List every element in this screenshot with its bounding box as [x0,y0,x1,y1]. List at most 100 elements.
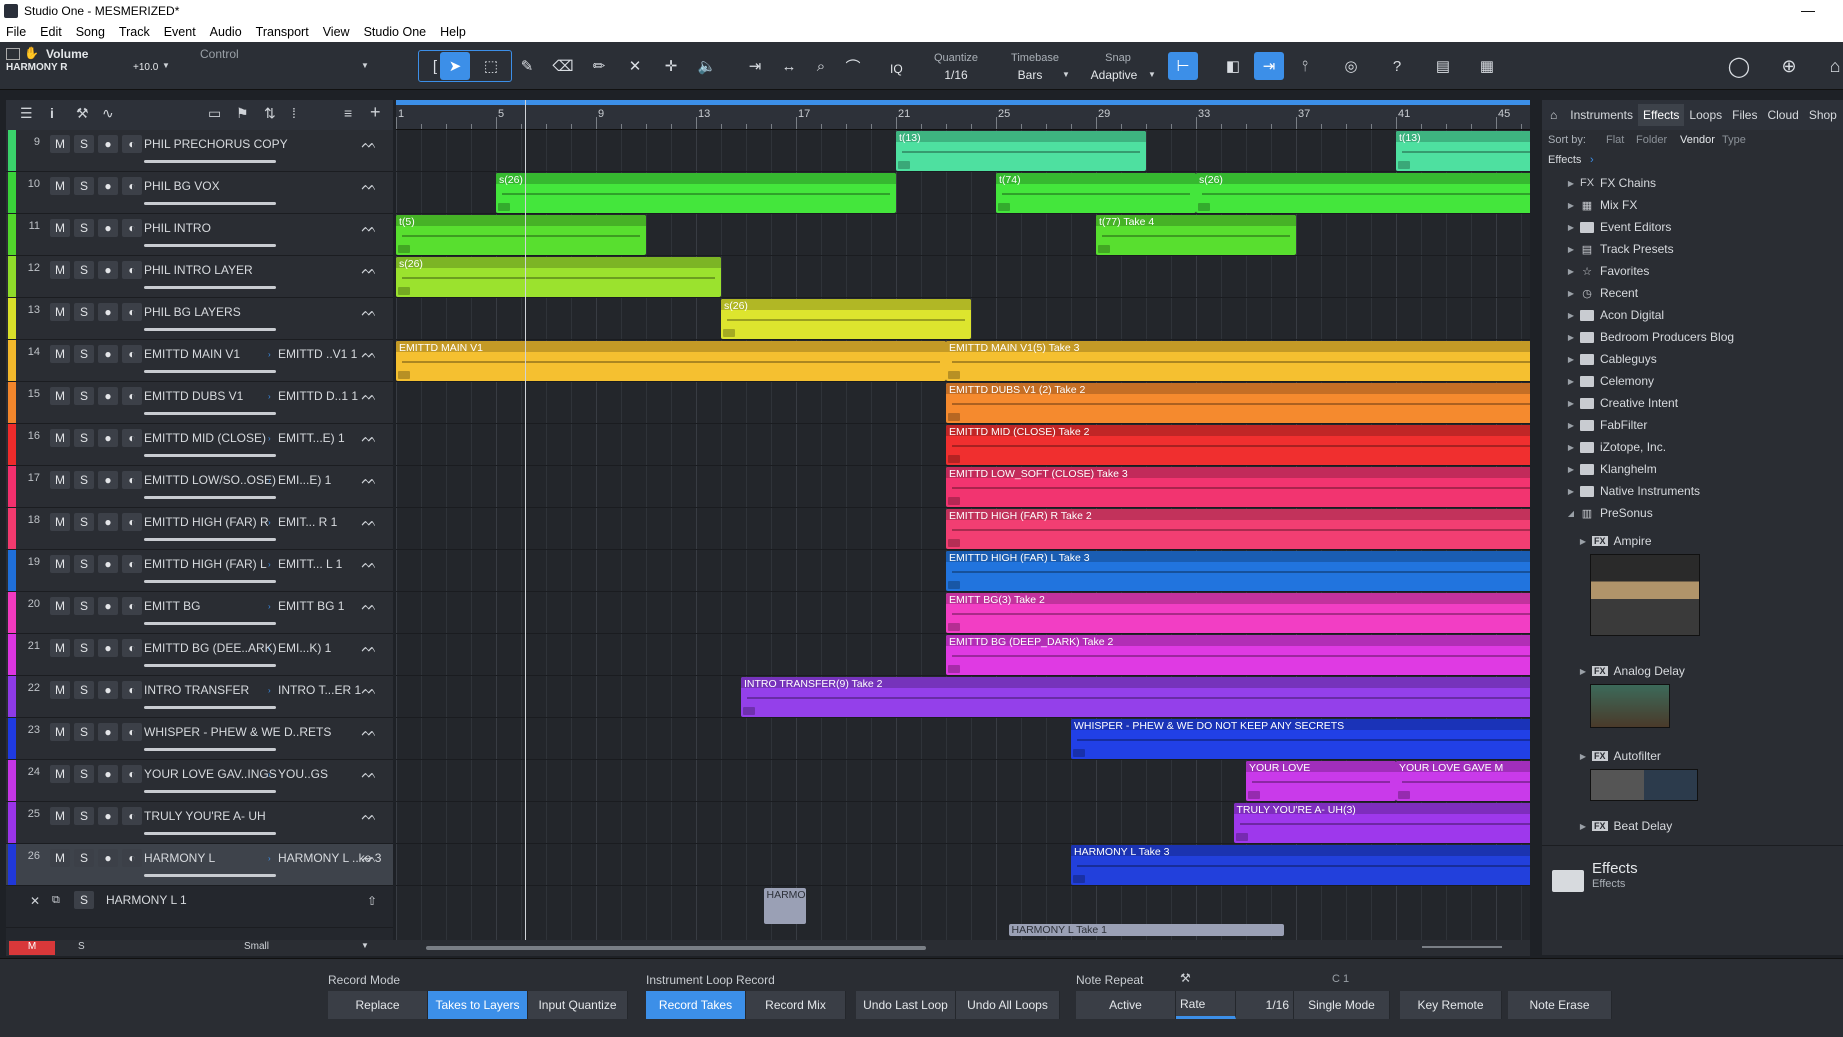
sync-icon[interactable]: ⊕ [1774,52,1804,80]
audio-event[interactable]: WHISPER - PHEW & WE DO NOT KEEP ANY SECR… [1071,719,1530,759]
autoscroll-button[interactable]: ⇥ [1254,52,1284,80]
track-header[interactable]: 21 M S ● ◐ EMITTD BG (DEE..ARK) › EMI...K… [6,634,393,676]
solo-button[interactable]: S [74,555,94,573]
browser-tree-item[interactable]: ▶ Creative Intent [1542,392,1843,414]
record-mix-button[interactable]: Record Mix [746,991,846,1019]
track-color-strip[interactable] [8,592,16,633]
mute-all-button[interactable]: M [9,941,55,955]
track-header[interactable]: 19 M S ● ◐ EMITTD HIGH (FAR) L › EMITT...… [6,550,393,592]
track-color-strip[interactable] [8,634,16,675]
tab-loops[interactable]: Loops [1684,104,1727,126]
mute-button[interactable]: M [50,387,70,405]
track-name[interactable]: PHIL BG VOX [144,179,220,193]
menu-transport[interactable]: Transport [256,25,309,39]
ripple-edit-icon[interactable]: ⇥ [740,52,770,80]
track-color-strip[interactable] [8,718,16,759]
track-header[interactable]: 9 M S ● ◐ PHIL PRECHORUS COPY ᨓ [6,130,393,172]
audio-event[interactable]: YOUR LOVE [1246,761,1396,801]
mute-button[interactable]: M [50,639,70,657]
waveform-icon[interactable]: ᨓ [362,556,378,572]
audio-event[interactable]: YOUR LOVE GAVE M [1396,761,1530,801]
tab-files[interactable]: Files [1727,104,1762,126]
audio-event[interactable]: t(5) [396,215,646,255]
audio-event[interactable]: EMITT BG(3) Take 2 [946,593,1530,633]
track-name[interactable]: EMITTD HIGH (FAR) L [144,557,267,571]
monitor-button[interactable]: ◐ [122,471,142,489]
layer-chevron-icon[interactable]: › [268,350,271,359]
collapsed-arrow-icon[interactable]: ▶ [1566,311,1576,320]
active-layer[interactable]: EMI...K) 1 [278,641,331,655]
grid-icon[interactable]: ⁞ [292,105,296,121]
track-color-strip[interactable] [8,760,16,801]
mute-button[interactable]: M [50,681,70,699]
record-arm-button[interactable]: ● [98,597,118,615]
browser-tree-item[interactable]: ▶ Klanghelm [1542,458,1843,480]
monitor-button[interactable]: ◐ [122,429,142,447]
volume-fader[interactable] [144,790,276,793]
waveform-icon[interactable]: ᨓ [362,262,378,278]
track-color-strip[interactable] [8,508,16,549]
active-layer[interactable]: EMITT...E) 1 [278,431,345,445]
mute-button[interactable]: M [50,471,70,489]
info-icon[interactable]: i [50,105,54,121]
track-header[interactable]: 12 M S ● ◐ PHIL INTRO LAYER ᨓ [6,256,393,298]
automation-curve-icon[interactable]: ∿ [102,105,114,122]
collapsed-arrow-icon[interactable]: ▶ [1566,421,1576,430]
track-color-strip[interactable] [8,172,16,213]
solo-button[interactable]: S [74,177,94,195]
plugin-thumbnail[interactable] [1590,769,1698,801]
monitor-button[interactable]: ◐ [122,723,142,741]
layer-chevron-icon[interactable]: › [268,518,271,527]
wrench-small-icon[interactable]: ⚒ [1180,971,1191,985]
monitor-button[interactable]: ◐ [122,681,142,699]
track-view-icon[interactable]: ▭ [208,105,221,122]
menu-studio-one[interactable]: Studio One [364,25,427,39]
volume-fader[interactable] [144,496,276,499]
solo-button[interactable]: S [74,513,94,531]
waveform-icon[interactable]: ᨓ [362,682,378,698]
volume-fader[interactable] [144,622,276,625]
record-arm-button[interactable]: ● [98,723,118,741]
mute-button[interactable]: M [50,261,70,279]
active-layer[interactable]: YOU..GS [278,767,328,781]
track-name[interactable]: EMITT BG [144,599,200,613]
help-button[interactable]: ? [1382,52,1412,80]
record-arm-button[interactable]: ● [98,387,118,405]
record-arm-button[interactable]: ● [98,303,118,321]
collapsed-arrow-icon[interactable]: ▶ [1566,465,1576,474]
collapsed-arrow-icon[interactable]: ▶ [1566,399,1576,408]
undo-last-loop-button[interactable]: Undo Last Loop [856,991,956,1019]
menu-edit[interactable]: Edit [40,25,62,39]
plugin-item[interactable]: ▶ FX Beat Delay [1542,815,1843,837]
active-layer[interactable]: EMITTD D..1 1 [278,389,358,403]
add-track-button[interactable]: + [370,102,381,123]
hand-icon[interactable]: ✋ [24,46,39,60]
menu-song[interactable]: Song [76,25,105,39]
audio-event[interactable]: t(13) [1396,131,1530,171]
volume-fader[interactable] [144,748,276,751]
monitor-button[interactable]: ◐ [122,261,142,279]
solo-button[interactable]: S [74,219,94,237]
record-takes-button[interactable]: Record Takes [646,991,746,1019]
user-icon[interactable]: ◯ [1724,52,1754,80]
undo-all-loops-button[interactable]: Undo All Loops [956,991,1060,1019]
track-header[interactable]: 26 M S ● ◐ HARMONY L › HARMONY L ..ke 3 ᨓ [6,844,393,886]
duplicate-layer-icon[interactable]: ⧉ [52,894,60,907]
automation-icon[interactable] [6,48,20,60]
arrange-view[interactable]: t(13) t(13) s(26) t(74) s(26) t(5) t(77)… [396,130,1530,940]
volume-fader[interactable] [144,286,276,289]
mute-button[interactable]: M [50,849,70,867]
solo-button[interactable]: S [74,849,94,867]
collapsed-arrow-icon[interactable]: ▶ [1566,245,1576,254]
monitor-button[interactable]: ◐ [122,639,142,657]
layer-event[interactable]: HARMONY L Take 1 [1008,924,1284,936]
browser-tree-item[interactable]: ▶ Acon Digital [1542,304,1843,326]
sort-vendor[interactable]: Vendor [1680,134,1715,146]
record-arm-button[interactable]: ● [98,681,118,699]
track-name[interactable]: TRULY YOU'RE A- UH [144,809,266,823]
waveform-icon[interactable]: ᨓ [362,766,378,782]
solo-button[interactable]: S [74,429,94,447]
mute-button[interactable]: M [50,807,70,825]
mute-button[interactable]: M [50,765,70,783]
quantize-value[interactable]: 1/16 [928,68,984,82]
